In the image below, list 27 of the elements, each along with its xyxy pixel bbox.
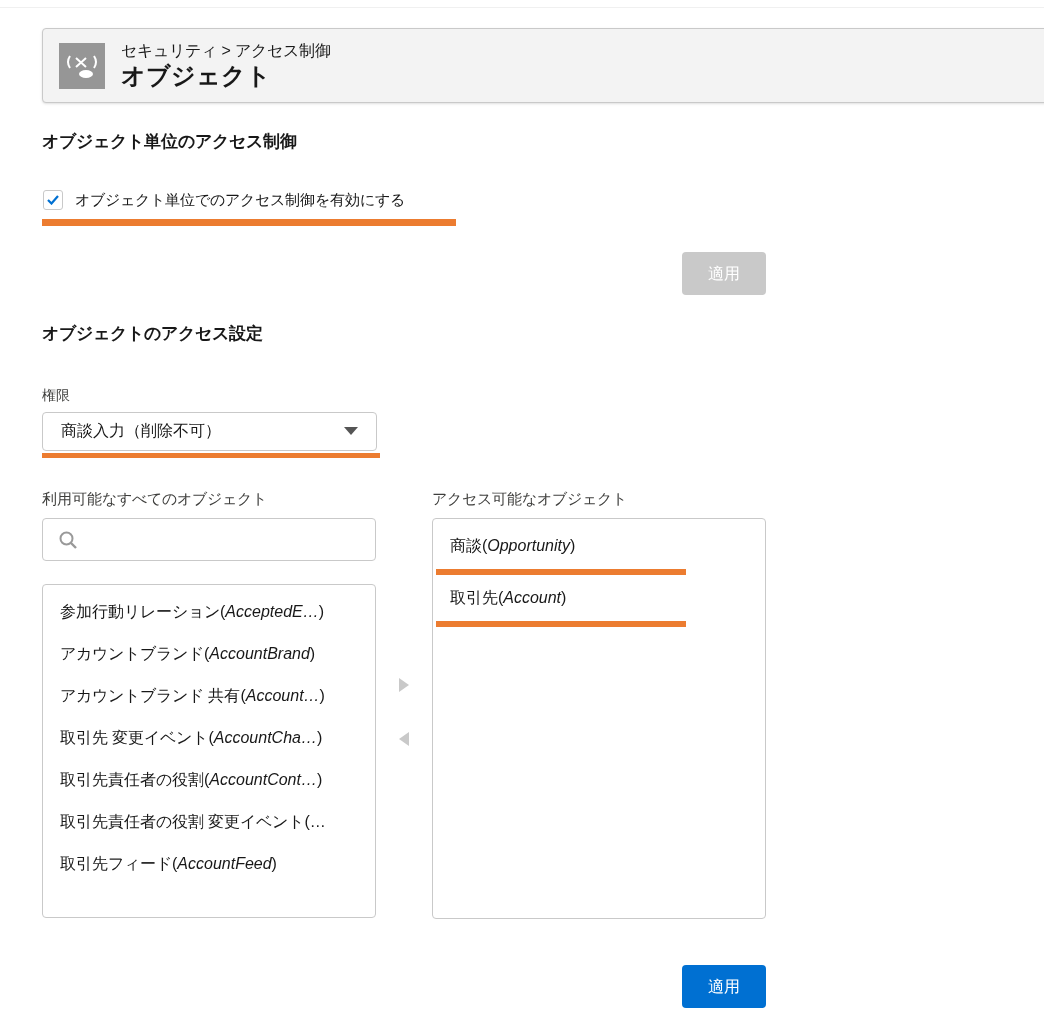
list-item[interactable]: アカウントブランド(AccountBrand) xyxy=(43,643,376,665)
search-icon xyxy=(59,530,77,549)
search-field[interactable] xyxy=(42,518,377,561)
list-item[interactable]: 参加行動リレーション(AcceptedE…) xyxy=(43,601,376,623)
section-heading: オブジェクトのアクセス設定 xyxy=(42,323,264,345)
checkmark-icon xyxy=(47,194,59,205)
checkbox[interactable] xyxy=(43,189,63,210)
move-right-icon[interactable] xyxy=(399,677,409,692)
section-heading: オブジェクト単位のアクセス制御 xyxy=(42,131,298,153)
list-item[interactable]: 取引先フィード(AccountFeed) xyxy=(43,853,376,875)
list-item[interactable]: 取引先 変更イベント(AccountCha…) xyxy=(43,727,376,749)
list-item[interactable]: 取引先(Account) xyxy=(432,587,765,609)
list-item[interactable]: 取引先責任者の役割 変更イベント(… xyxy=(43,811,376,833)
caret-icon xyxy=(344,427,358,435)
move-left-icon[interactable] xyxy=(399,731,409,746)
permission-dropdown[interactable]: 商談入力（削除不可） xyxy=(42,411,377,451)
list-item[interactable]: 商談(Opportunity) xyxy=(432,535,765,557)
list-item[interactable]: アカウントブランド 共有(Account…) xyxy=(43,685,376,707)
list-label: 利用可能なすべてのオブジェクト xyxy=(42,488,267,509)
formula-icon xyxy=(59,42,105,89)
apply-button[interactable]: 適用 xyxy=(682,965,766,1008)
list-label: アクセス可能なオブジェクト xyxy=(431,488,627,509)
breadcrumb: セキュリティ > アクセス制御 xyxy=(121,40,332,61)
field-label: 権限 xyxy=(42,385,70,405)
list-item[interactable]: 取引先責任者の役割(AccountCont…) xyxy=(43,769,376,791)
checkbox-label: オブジェクト単位でのアクセス制御を有効にする xyxy=(75,189,405,210)
page-title: オブジェクト xyxy=(121,60,272,91)
